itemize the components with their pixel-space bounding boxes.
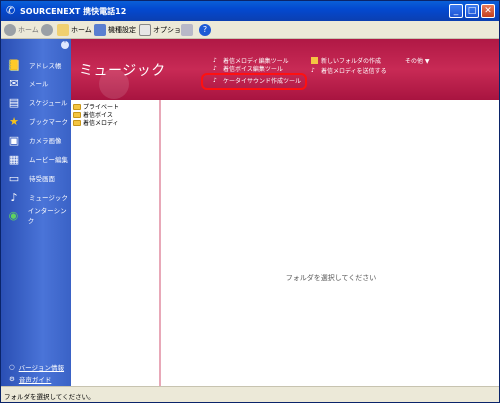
forward-arrow-icon	[41, 24, 53, 36]
intersync-icon: ◉	[8, 208, 19, 222]
bookmark-star-icon: ★	[9, 114, 19, 128]
status-text: フォルダを選択してください。	[4, 393, 95, 401]
minimize-button[interactable]: _	[449, 4, 463, 18]
window-title: SOURCENEXT 携快電話12	[20, 7, 127, 16]
status-bar: フォルダを選択してください。	[1, 386, 499, 402]
voice-editor-link[interactable]: ♪ 着信ボイス編集ツール	[213, 64, 283, 73]
title-bar[interactable]: ✆ SOURCENEXT 携快電話12 _ □ ✕	[1, 1, 499, 21]
section-banner: ミュージック ♪ 着信メロディ編集ツール ♪ 着信ボイス編集ツール ♪ ケータイ…	[71, 39, 499, 100]
voice-guide-link[interactable]: ⚙ 音声ガイド	[9, 374, 51, 384]
sidebar-item-music[interactable]: ♪ ミュージック	[7, 189, 69, 205]
standby-screen-icon: ▭	[8, 171, 20, 185]
sidebar-item-mail[interactable]: ✉ メール	[7, 75, 69, 91]
back-arrow-icon	[4, 24, 16, 36]
sidebar-item-address-book[interactable]: 📒 アドレス帳	[7, 57, 69, 73]
sidebar-item-schedule[interactable]: ▤ スケジュール	[7, 94, 69, 110]
toolbar: ホーム ホーム 機種設定 オプション ?	[1, 21, 499, 39]
sidebar-item-bookmark[interactable]: ★ ブックマーク	[7, 113, 69, 129]
other-menu[interactable]: その他 ▼	[405, 56, 430, 65]
printer-icon	[181, 24, 193, 36]
note-icon: ♪	[213, 57, 217, 64]
new-folder-link[interactable]: 新しいフォルダの作成	[311, 56, 381, 65]
content-area: フォルダを選択してください	[163, 100, 499, 386]
folder-icon	[73, 119, 81, 126]
voice-guide-icon: ⚙	[9, 375, 15, 383]
sidebar-item-standby[interactable]: ▭ 待受画面	[7, 170, 69, 186]
mail-icon: ✉	[9, 76, 19, 90]
phone-settings-icon	[94, 24, 106, 36]
sidebar-item-camera[interactable]: ▣ カメラ画像	[7, 132, 69, 148]
movie-icon: ▦	[8, 152, 20, 166]
address-book-icon: 📒	[7, 58, 21, 72]
folder-tree: プライベート 着信ボイス 着信メロディ	[71, 100, 161, 386]
schedule-icon: ▤	[8, 95, 20, 109]
music-note-icon: ♪	[10, 190, 18, 204]
sidebar-collapse-button[interactable]: ˄	[61, 41, 69, 49]
app-window: ✆ SOURCENEXT 携快電話12 _ □ ✕ ホーム ホーム 機種設定 オ…	[0, 0, 500, 403]
device-settings-button[interactable]: 機種設定	[94, 23, 136, 37]
empty-message: フォルダを選択してください	[285, 274, 377, 282]
page-title: ミュージック	[79, 63, 166, 79]
info-icon: ○	[9, 363, 15, 371]
folder-icon	[73, 111, 81, 118]
print-button[interactable]	[181, 23, 193, 37]
maximize-button[interactable]: □	[465, 4, 479, 18]
tree-folder-melody[interactable]: 着信メロディ	[73, 118, 119, 127]
folder-icon	[311, 57, 318, 64]
highlight-ring	[201, 73, 307, 90]
back-button[interactable]: ホーム	[4, 23, 39, 37]
help-button[interactable]: ?	[199, 23, 211, 37]
home-button[interactable]: ホーム	[57, 23, 92, 37]
version-info-link[interactable]: ○ バージョン情報	[9, 362, 64, 372]
folder-icon	[73, 103, 81, 110]
camera-icon: ▣	[8, 133, 20, 147]
forward-button[interactable]	[41, 23, 53, 37]
close-button[interactable]: ✕	[481, 4, 495, 18]
sidebar-item-movie[interactable]: ▦ ムービー編集	[7, 151, 69, 167]
send-melody-link[interactable]: ♪ 着信メロディを送信する	[311, 66, 387, 75]
note-icon: ♪	[213, 65, 217, 72]
sidebar-item-intersync[interactable]: ◉ インターシンク	[7, 207, 69, 225]
sidebar: ˄ 📒 アドレス帳 ✉ メール ▤ スケジュール ★ ブックマーク ▣ カメラ画…	[1, 39, 71, 386]
send-icon: ♪	[311, 67, 315, 74]
help-icon: ?	[199, 24, 211, 36]
options-check-icon	[139, 24, 151, 36]
home-icon	[57, 24, 69, 36]
app-icon: ✆	[6, 4, 16, 17]
main-panel: ミュージック ♪ 着信メロディ編集ツール ♪ 着信ボイス編集ツール ♪ ケータイ…	[71, 39, 499, 386]
